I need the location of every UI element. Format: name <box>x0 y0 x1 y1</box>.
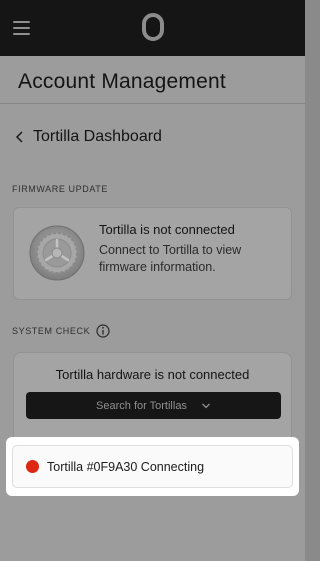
page-title: Account Management <box>18 70 226 93</box>
search-for-tortillas-button[interactable]: Search for Tortillas <box>26 392 281 419</box>
top-bar <box>0 0 305 56</box>
device-label: Tortilla #0F9A30 Connecting <box>47 459 205 474</box>
breadcrumb-back-link[interactable]: Tortilla Dashboard <box>13 128 162 146</box>
brand-logo[interactable] <box>141 13 164 41</box>
connection-status-dot <box>26 460 39 473</box>
info-icon[interactable] <box>96 324 110 338</box>
chevron-left-icon <box>15 131 23 143</box>
chevron-down-icon <box>201 403 210 408</box>
firmware-status-title: Tortilla is not connected <box>99 222 235 237</box>
system-check-title: Tortilla hardware is not connected <box>55 367 250 382</box>
hamburger-menu-icon[interactable] <box>13 21 30 35</box>
main-content: Account Management Tortilla Dashboard FI… <box>0 56 305 561</box>
firmware-section-label: FIRMWARE UPDATE <box>12 184 108 194</box>
firmware-card: Tortilla is not connected Connect to Tor… <box>13 207 292 300</box>
system-check-section-label: SYSTEM CHECK <box>12 326 91 336</box>
firmware-status-description: Connect to Tortilla to view firmware inf… <box>99 243 242 274</box>
device-list-item[interactable]: Tortilla #0F9A30 Connecting <box>12 445 293 488</box>
device-highlight-panel: Tortilla #0F9A30 Connecting <box>6 437 299 496</box>
title-divider <box>0 103 305 104</box>
gear-icon <box>29 225 85 281</box>
search-button-label: Search for Tortillas <box>96 399 187 412</box>
system-check-header: SYSTEM CHECK <box>12 324 110 338</box>
breadcrumb-label: Tortilla Dashboard <box>33 128 162 145</box>
